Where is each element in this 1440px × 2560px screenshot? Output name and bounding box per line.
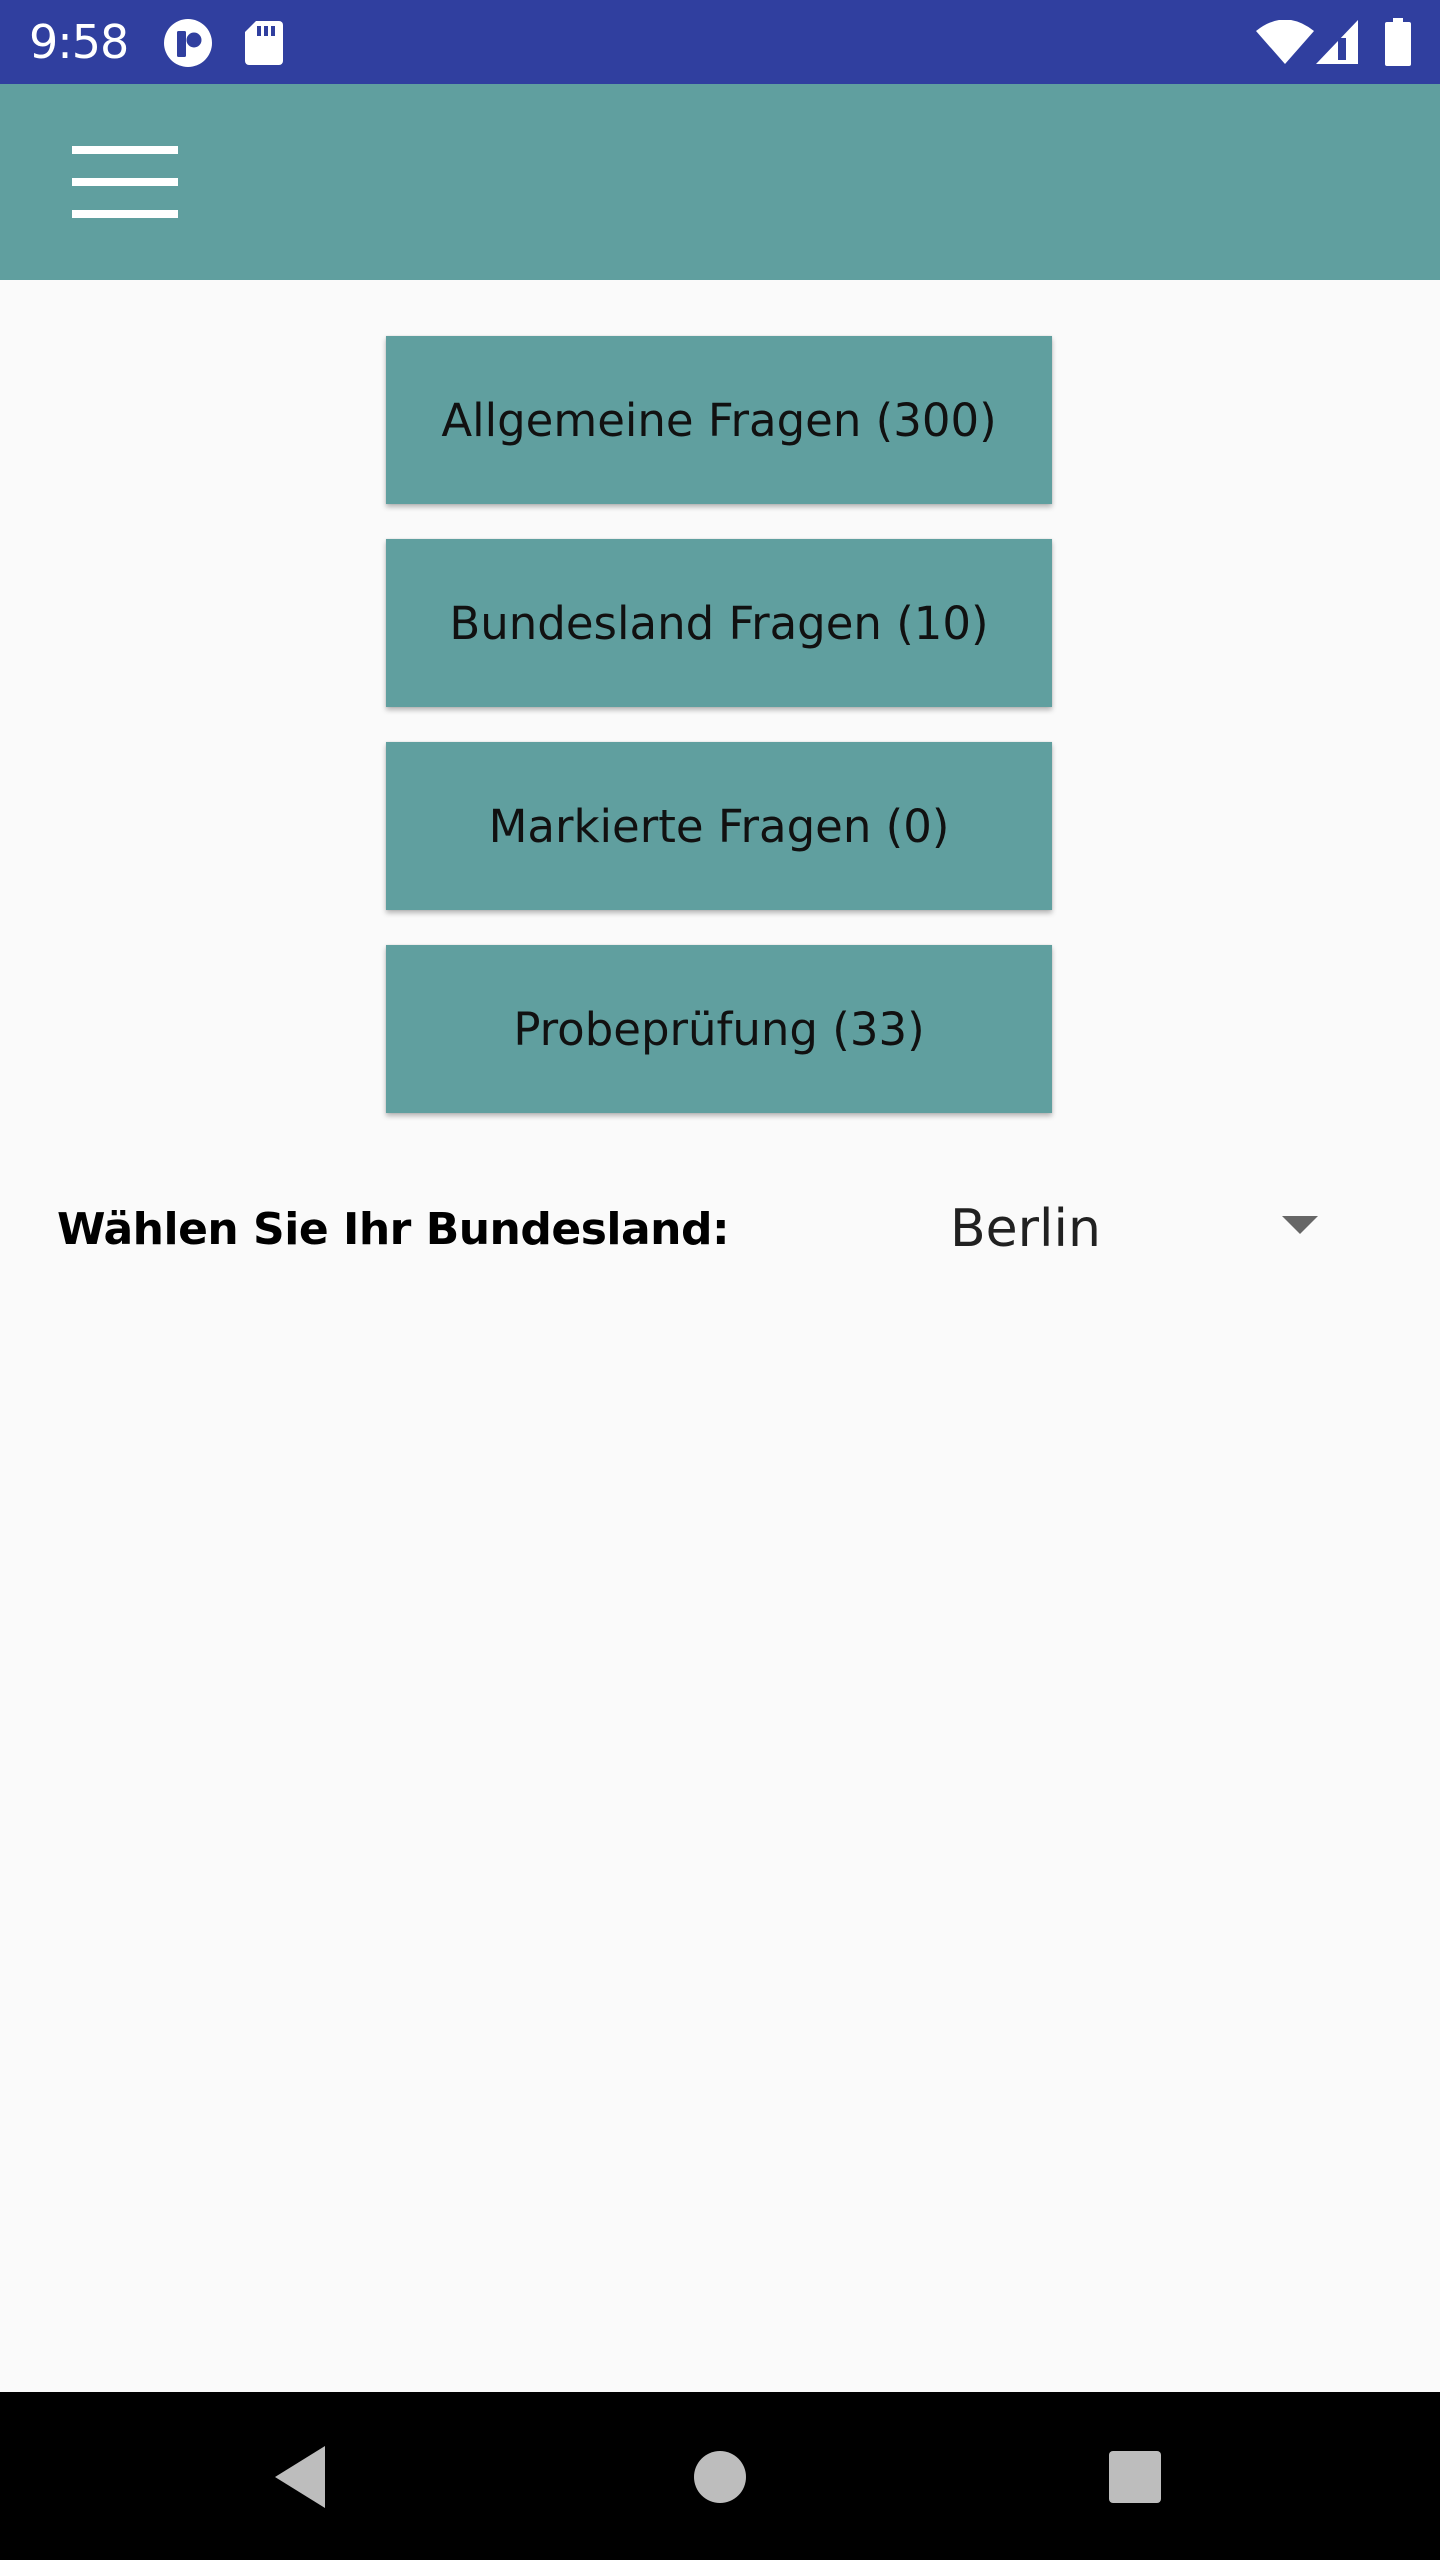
app-notification-icon bbox=[164, 19, 212, 71]
status-bar: 9:58 bbox=[0, 0, 1440, 84]
status-time: 9:58 bbox=[29, 15, 129, 69]
sd-card-icon bbox=[245, 21, 283, 69]
state-questions-label: Bundesland Fragen (10) bbox=[449, 596, 989, 650]
state-questions-button[interactable]: Bundesland Fragen (10) bbox=[386, 539, 1052, 707]
home-button[interactable] bbox=[665, 2422, 775, 2532]
practice-exam-button[interactable]: Probeprüfung (33) bbox=[386, 945, 1052, 1113]
dropdown-arrow-icon bbox=[1282, 1216, 1318, 1234]
marked-questions-label: Markierte Fragen (0) bbox=[488, 799, 950, 853]
home-icon bbox=[694, 2451, 746, 2503]
marked-questions-button[interactable]: Markierte Fragen (0) bbox=[386, 742, 1052, 910]
hamburger-menu-icon bbox=[72, 146, 178, 218]
state-dropdown-value: Berlin bbox=[950, 1199, 1101, 1259]
recents-button[interactable] bbox=[1080, 2422, 1190, 2532]
cell-signal-icon bbox=[1316, 20, 1358, 68]
app-bar bbox=[0, 84, 1440, 280]
battery-icon bbox=[1385, 18, 1411, 70]
back-icon bbox=[275, 2446, 325, 2508]
recents-icon bbox=[1109, 2451, 1161, 2503]
state-selector-label: Wählen Sie Ihr Bundesland: bbox=[57, 1204, 730, 1255]
navigation-bar bbox=[0, 2392, 1440, 2560]
practice-exam-label: Probeprüfung (33) bbox=[513, 1002, 925, 1056]
menu-button[interactable] bbox=[46, 128, 206, 228]
state-dropdown[interactable]: Berlin bbox=[930, 1180, 1350, 1280]
general-questions-label: Allgemeine Fragen (300) bbox=[441, 393, 997, 447]
back-button[interactable] bbox=[247, 2422, 357, 2532]
wifi-icon bbox=[1256, 19, 1314, 68]
general-questions-button[interactable]: Allgemeine Fragen (300) bbox=[386, 336, 1052, 504]
